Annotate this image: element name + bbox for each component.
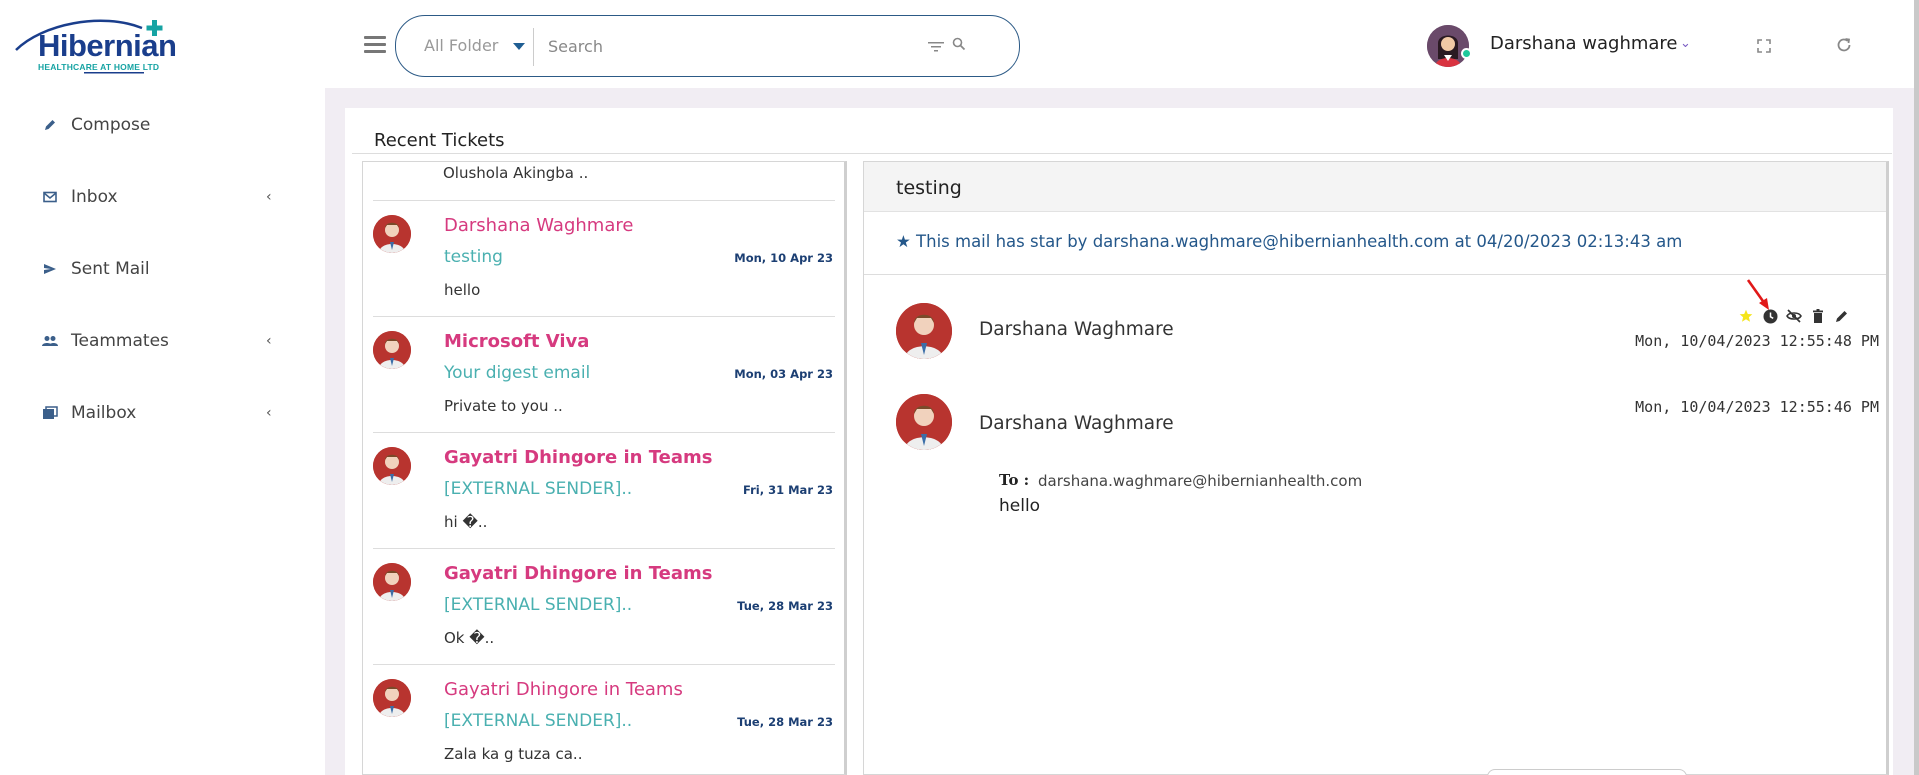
- ticket-date: Tue, 28 Mar 23: [737, 599, 833, 613]
- sidebar-item-mailbox[interactable]: Mailbox ‹: [0, 393, 325, 433]
- ticket-sender: Gayatri Dhingore in Teams: [444, 563, 713, 584]
- ticket-sender: Darshana Waghmare: [444, 215, 634, 236]
- message-date: Mon, 10/04/2023 12:55:46 PM: [1635, 398, 1879, 416]
- ticket-item[interactable]: Gayatri Dhingore in Teams [EXTERNAL SEND…: [363, 433, 843, 549]
- sidebar-item-label: Inbox: [71, 187, 118, 207]
- ticket-preview: hello: [444, 281, 481, 299]
- online-status-dot: [1461, 48, 1472, 59]
- detail-header: testing: [864, 162, 1886, 212]
- chevron-left-icon[interactable]: ‹: [266, 333, 272, 349]
- trash-icon[interactable]: [1810, 308, 1826, 324]
- sender-avatar: [373, 679, 411, 717]
- sender-avatar: [373, 215, 411, 253]
- edit-pencil-icon[interactable]: [1834, 308, 1850, 324]
- chevron-left-icon[interactable]: ‹: [266, 189, 272, 205]
- ticket-item[interactable]: Microsoft Viva Your digest email Mon, 03…: [363, 317, 843, 433]
- ticket-detail: testing ★ This mail has star by darshana…: [863, 161, 1889, 775]
- ticket-item[interactable]: Gayatri Dhingore in Teams [EXTERNAL SEND…: [363, 665, 843, 774]
- sidebar-item-label: Mailbox: [71, 403, 137, 423]
- send-icon: [42, 261, 58, 277]
- sidebar-item-inbox[interactable]: Inbox ‹: [0, 177, 325, 217]
- ticket-preview: Ok �..: [444, 629, 495, 647]
- sidebar-item-sent-mail[interactable]: Sent Mail: [0, 249, 325, 289]
- refresh-icon[interactable]: [1835, 36, 1853, 58]
- message-avatar: [896, 394, 952, 450]
- ticket-item[interactable]: Darshana Waghmare testing Mon, 10 Apr 23…: [363, 201, 843, 317]
- mail-icon: [42, 189, 58, 205]
- logo-text: Hibernian: [38, 28, 177, 63]
- ticket-subject: [EXTERNAL SENDER]..: [444, 595, 633, 615]
- ticket-subject: testing: [444, 247, 503, 267]
- star-notice: ★ This mail has star by darshana.waghmar…: [896, 232, 1683, 251]
- ticket-item[interactable]: Gayatri Dhingore in Teams [EXTERNAL SEND…: [363, 549, 843, 665]
- ticket-preview-partial[interactable]: Olushola Akingba ..: [443, 164, 588, 182]
- sidebar-item-label: Teammates: [71, 331, 169, 351]
- sidebar-item-label: Compose: [71, 115, 151, 135]
- ticket-sender: Gayatri Dhingore in Teams: [444, 679, 683, 700]
- search-bar: All Folder: [395, 15, 1020, 77]
- divider: [352, 153, 1892, 154]
- ticket-date: Mon, 10 Apr 23: [734, 251, 833, 265]
- eye-off-icon[interactable]: [1786, 308, 1802, 324]
- ticket-date: Mon, 03 Apr 23: [734, 367, 833, 381]
- fullscreen-icon[interactable]: [1757, 38, 1771, 57]
- user-avatar[interactable]: [1427, 25, 1469, 67]
- message-body: hello: [999, 496, 1041, 516]
- ticket-subject: [EXTERNAL SENDER]..: [444, 711, 633, 731]
- ticket-date: Fri, 31 Mar 23: [743, 483, 833, 497]
- sender-avatar: [373, 447, 411, 485]
- page-scrollbar[interactable]: [1914, 0, 1919, 775]
- sidebar-item-label: Sent Mail: [71, 259, 150, 279]
- caret-down-icon[interactable]: [513, 43, 525, 50]
- pencil-icon: [42, 117, 58, 133]
- sidebar-item-teammates[interactable]: Teammates ‹: [0, 321, 325, 361]
- folder-select[interactable]: All Folder: [424, 36, 498, 55]
- sender-avatar: [373, 331, 411, 369]
- filter-icon[interactable]: [928, 38, 944, 57]
- search-icon[interactable]: [952, 36, 966, 55]
- to-label: To :: [999, 471, 1030, 489]
- search-divider: [533, 28, 534, 66]
- message-avatar: [896, 303, 952, 359]
- logo-subtitle: HEALTHCARE AT HOME LTD: [38, 62, 160, 72]
- sidebar: Hibernian HEALTHCARE AT HOME LTD Compose…: [0, 0, 325, 775]
- ticket-list[interactable]: Olushola Akingba .. Darshana Waghmare te…: [362, 161, 847, 775]
- red-arrow-icon: [1746, 279, 1769, 310]
- ticket-sender: Gayatri Dhingore in Teams: [444, 447, 713, 468]
- divider: [864, 274, 1886, 275]
- user-name[interactable]: Darshana waghmare: [1490, 33, 1678, 54]
- chevron-left-icon[interactable]: ‹: [266, 405, 272, 421]
- menu-toggle-button[interactable]: [364, 36, 386, 54]
- ticket-preview: Private to you ..: [444, 397, 563, 415]
- folders-icon: [42, 405, 58, 421]
- to-address: darshana.waghmare@hibernianhealth.com: [1038, 472, 1363, 490]
- ticket-preview: hi �..: [444, 513, 488, 531]
- bottom-tab[interactable]: [1487, 769, 1687, 775]
- hibernian-logo[interactable]: Hibernian HEALTHCARE AT HOME LTD: [12, 16, 182, 76]
- search-input[interactable]: [548, 31, 878, 61]
- sender-avatar: [373, 563, 411, 601]
- ticket-preview: Zala ka g tuza ca..: [444, 745, 583, 763]
- ticket-subject: [EXTERNAL SENDER]..: [444, 479, 633, 499]
- page-title: Recent Tickets: [374, 130, 505, 151]
- ticket-date: Tue, 28 Mar 23: [737, 715, 833, 729]
- ticket-sender: Microsoft Viva: [444, 331, 590, 352]
- ticket-subject: Your digest email: [444, 363, 591, 383]
- people-icon: [42, 333, 58, 349]
- message-sender: Darshana Waghmare: [979, 319, 1174, 340]
- message-sender: Darshana Waghmare: [979, 413, 1174, 434]
- sidebar-item-compose[interactable]: Compose: [0, 105, 325, 145]
- detail-subject: testing: [896, 177, 962, 199]
- message-date: Mon, 10/04/2023 12:55:48 PM: [1635, 332, 1879, 350]
- chevron-down-icon[interactable]: ⌄: [1680, 36, 1691, 51]
